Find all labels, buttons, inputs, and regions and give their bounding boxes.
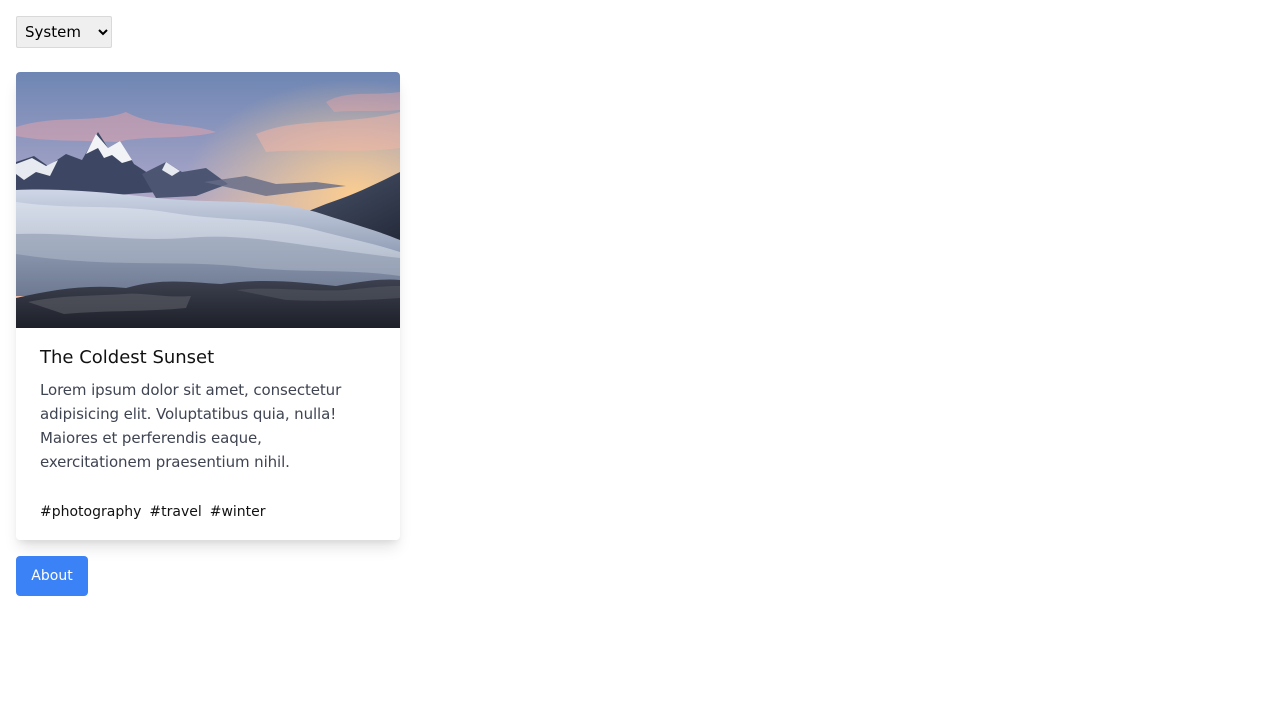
card-image bbox=[16, 72, 400, 328]
post-card: The Coldest Sunset Lorem ipsum dolor sit… bbox=[16, 72, 400, 540]
tag-winter: #winter bbox=[209, 504, 266, 520]
tag-photography: #photography bbox=[40, 504, 142, 520]
tag-travel: #travel bbox=[149, 504, 202, 520]
card-title: The Coldest Sunset bbox=[40, 347, 215, 368]
theme-select[interactable]: System bbox=[16, 16, 112, 48]
about-button[interactable]: About bbox=[16, 556, 88, 596]
card-description: Lorem ipsum dolor sit amet, consectetur … bbox=[40, 381, 342, 471]
tag-list: #photography #travel #winter bbox=[40, 500, 266, 524]
